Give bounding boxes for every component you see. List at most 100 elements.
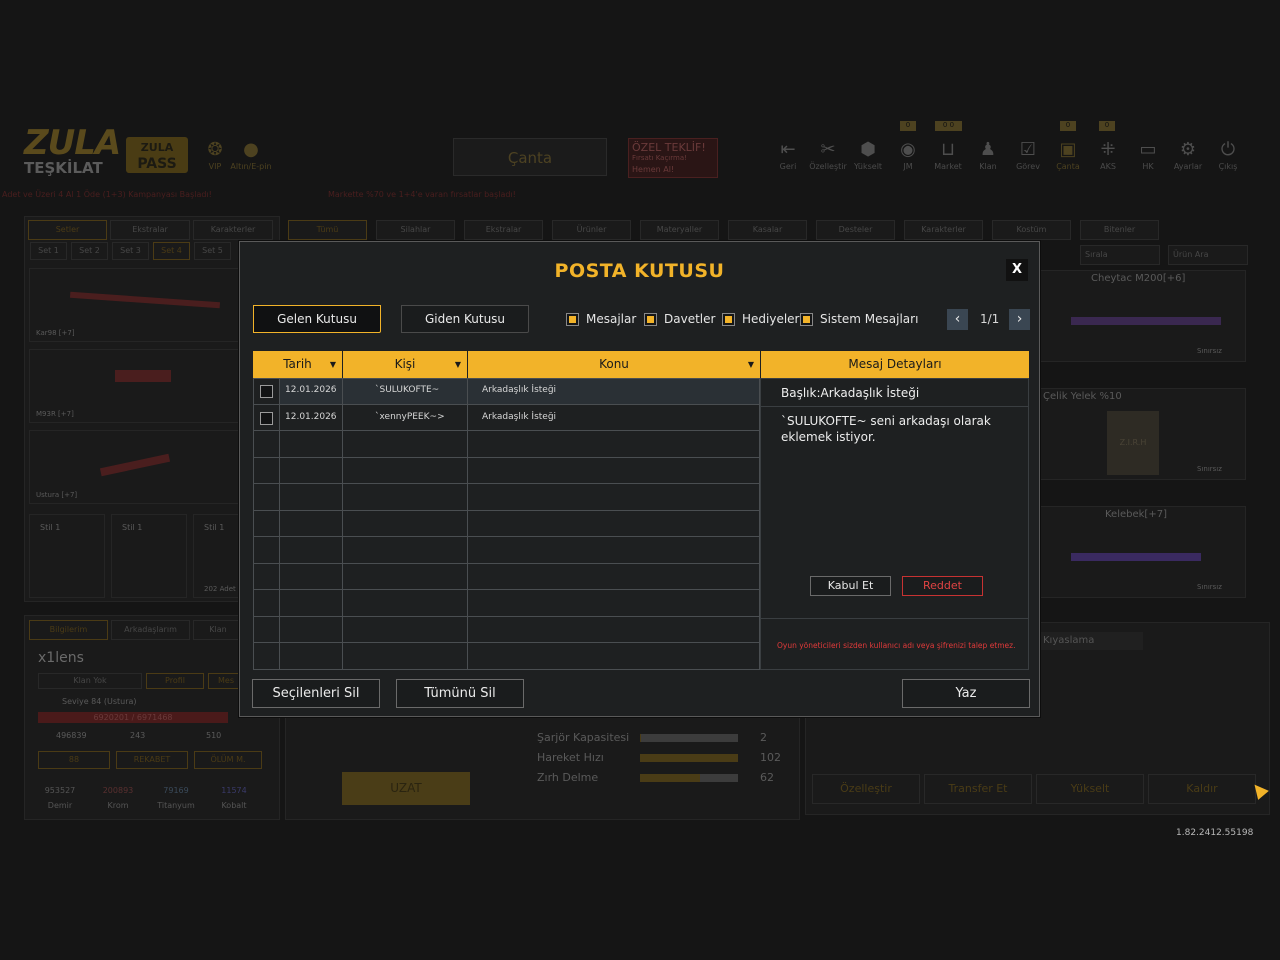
equip-slot-1[interactable]: Stil 1 xyxy=(29,514,105,598)
menu-upgrade[interactable]: ⬢ Yükselt xyxy=(849,138,887,171)
slot-label-3: Ustura [+7] xyxy=(36,491,78,499)
customize-button[interactable]: Özelleştir xyxy=(812,774,920,804)
menu-settings[interactable]: ⚙ Ayarlar xyxy=(1169,138,1207,171)
menu-aks[interactable]: ⁜ AKS xyxy=(1089,138,1127,171)
style-label-2: Stil 1 xyxy=(122,523,143,532)
set-tab-2[interactable]: Set 2 xyxy=(71,242,108,260)
zula-pass-button[interactable]: ZULA PASS xyxy=(126,137,188,173)
set-tab-1[interactable]: Set 1 xyxy=(30,242,67,260)
bag-button[interactable]: Çanta xyxy=(453,138,607,176)
filter-messages[interactable]: Mesajlar xyxy=(566,312,636,326)
set-tab-5[interactable]: Set 5 xyxy=(194,242,231,260)
remove-button[interactable]: Kaldır xyxy=(1148,774,1256,804)
equip-slot-2[interactable]: Stil 1 xyxy=(111,514,187,598)
menu-hk[interactable]: ▭ HK xyxy=(1129,138,1167,171)
menu-clan[interactable]: ♟ Klan xyxy=(969,138,1007,171)
sniper-image xyxy=(1071,317,1221,325)
set-tab-3[interactable]: Set 3 xyxy=(112,242,149,260)
filter-gifts-checkbox[interactable] xyxy=(722,312,735,326)
compose-button[interactable]: Yaz xyxy=(902,679,1030,708)
col-subject-header[interactable]: Konu ▼ xyxy=(468,351,760,378)
filter-invites-checkbox[interactable] xyxy=(644,312,657,326)
menu-exit[interactable]: ⏻ Çıkış xyxy=(1209,138,1247,171)
row-checkbox[interactable] xyxy=(260,412,273,425)
prev-page-button[interactable]: ‹ xyxy=(947,309,968,330)
badge-rank[interactable]: REKABET xyxy=(116,751,188,769)
menu-jm-label: JM xyxy=(903,162,913,171)
currency-3: 510 xyxy=(206,731,222,740)
row-checkbox[interactable] xyxy=(260,385,273,398)
empty-cell xyxy=(279,430,343,458)
pass-bottom: PASS xyxy=(137,156,177,172)
col-date-header[interactable]: Tarih ▼ xyxy=(253,351,342,378)
weapon-slot-melee[interactable]: Ustura [+7] xyxy=(29,430,243,504)
cat-weapons[interactable]: Silahlar xyxy=(376,220,455,240)
special-offer-button[interactable]: ÖZEL TEKLİF! Fırsatı Kaçırma! Hemen Al! xyxy=(628,138,718,178)
empty-cell xyxy=(467,430,760,458)
badge-level[interactable]: 88 xyxy=(38,751,110,769)
tab-outbox[interactable]: Giden Kutusu xyxy=(401,305,529,333)
menu-jm[interactable]: ◉ JM xyxy=(889,138,927,171)
upgrade-icon: ⬢ xyxy=(860,139,876,160)
tab-extras[interactable]: Ekstralar xyxy=(110,220,190,240)
logo-sub: TEŞKİLAT xyxy=(24,159,103,177)
cat-all[interactable]: Tümü xyxy=(288,220,367,240)
filter-system-checkbox[interactable] xyxy=(800,312,813,326)
cat-characters[interactable]: Karakterler xyxy=(904,220,983,240)
next-page-button[interactable]: › xyxy=(1009,309,1030,330)
badge-death[interactable]: ÖLÜM M. xyxy=(194,751,262,769)
upgrade-button[interactable]: Yükselt xyxy=(1036,774,1144,804)
filter-invites[interactable]: Davetler xyxy=(644,312,715,326)
cat-costume[interactable]: Kostüm xyxy=(992,220,1071,240)
tab-sets[interactable]: Setler xyxy=(28,220,107,240)
tab-characters[interactable]: Karakterler xyxy=(193,220,273,240)
col-person-header[interactable]: Kişi ▼ xyxy=(343,351,467,378)
profile-button[interactable]: Profil xyxy=(146,673,204,689)
extend-button[interactable]: UZAT xyxy=(342,772,470,805)
tab-inbox[interactable]: Gelen Kutusu xyxy=(253,305,381,333)
accept-button[interactable]: Kabul Et xyxy=(810,576,891,596)
item-card-vest[interactable]: Çelik Yelek %10 Z.I.R.H Sınırsız xyxy=(1040,388,1246,480)
tab-clan[interactable]: Klan xyxy=(193,620,243,640)
menu-customize[interactable]: ✂ Özelleştir xyxy=(809,138,847,171)
set-tab-4[interactable]: Set 4 xyxy=(153,242,190,260)
metal-cobalt-value: 11574 xyxy=(221,786,247,795)
pass-top: ZULA xyxy=(140,141,174,154)
reject-button[interactable]: Reddet xyxy=(902,576,983,596)
delete-selected-button[interactable]: Seçilenleri Sil xyxy=(252,679,380,708)
row-date: 12.01.2026 xyxy=(285,412,337,422)
item-search-input[interactable]: Ürün Ara xyxy=(1168,245,1248,265)
tab-my-info[interactable]: Bilgilerim xyxy=(29,620,108,640)
filter-messages-checkbox[interactable] xyxy=(566,312,579,326)
item-card-butterfly[interactable]: Kelebek[+7] Sınırsız xyxy=(1040,506,1246,598)
cat-decks[interactable]: Desteler xyxy=(816,220,895,240)
cat-materials[interactable]: Materyaller xyxy=(640,220,719,240)
power-icon: ⏻ xyxy=(1220,139,1236,160)
cat-crates[interactable]: Kasalar xyxy=(728,220,807,240)
empty-cell xyxy=(342,642,468,670)
menu-back[interactable]: ⇤ Geri xyxy=(769,138,807,171)
menu-mission[interactable]: ☑ Görev xyxy=(1009,138,1047,171)
item-card-cheytac[interactable]: Cheytac M200[+6] Sınırsız xyxy=(1040,270,1246,362)
filter-gifts[interactable]: Hediyeler xyxy=(722,312,800,326)
cat-finished[interactable]: Bitenler xyxy=(1080,220,1159,240)
empty-cell xyxy=(253,642,280,670)
cat-products[interactable]: Ürünler xyxy=(552,220,631,240)
delete-all-button[interactable]: Tümünü Sil xyxy=(396,679,524,708)
cat-extras[interactable]: Ekstralar xyxy=(464,220,543,240)
menu-market[interactable]: ⊔ Market xyxy=(929,138,967,171)
weapon-slot-secondary[interactable]: M93R [+7] xyxy=(29,349,243,423)
transfer-button[interactable]: Transfer Et xyxy=(924,774,1032,804)
metal-chrome-value: 200893 xyxy=(102,786,134,795)
logo-main: ZULA xyxy=(24,123,121,163)
weapon-slot-primary[interactable]: Kar98 [+7] xyxy=(29,268,243,342)
coin-icon: ● xyxy=(243,139,259,160)
wallet-icon: ▭ xyxy=(1139,139,1157,160)
gold-button[interactable]: ● Altın/E-pin xyxy=(229,138,273,171)
sort-dropdown[interactable]: Sırala xyxy=(1080,245,1160,265)
close-button[interactable]: X xyxy=(1006,259,1028,281)
tab-friends[interactable]: Arkadaşlarım xyxy=(111,620,190,640)
menu-bag[interactable]: ▣ Çanta xyxy=(1049,138,1087,171)
filter-system[interactable]: Sistem Mesajları xyxy=(800,312,918,326)
equip-slot-3[interactable]: Stil 1 202 Adet xyxy=(193,514,243,598)
